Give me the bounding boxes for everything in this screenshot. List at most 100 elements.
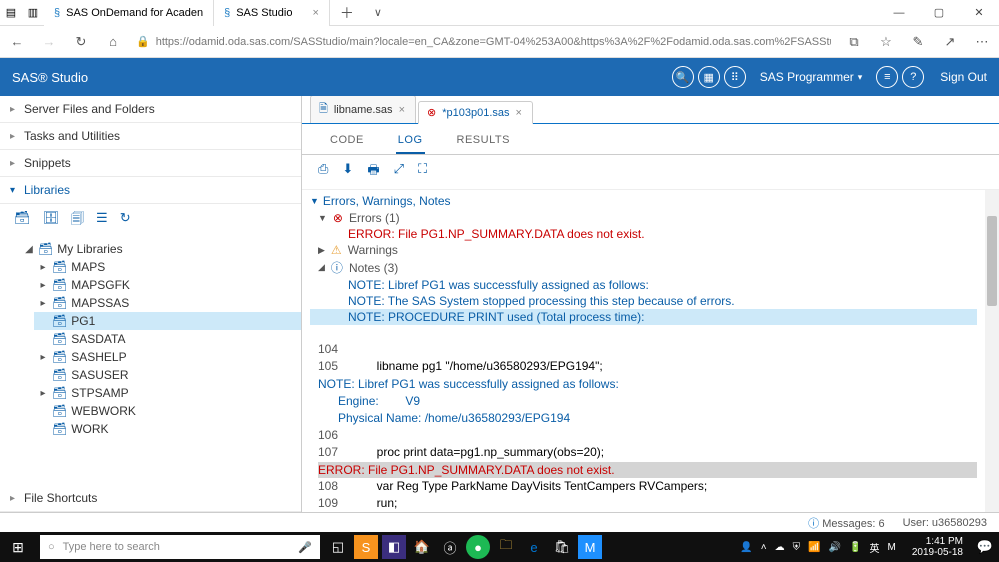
signout-link[interactable]: Sign Out (926, 70, 987, 84)
wifi-icon[interactable]: 📶 (808, 542, 820, 553)
log-note[interactable]: NOTE: The SAS System stopped processing … (310, 293, 977, 309)
tool-icon[interactable]: ☰ (96, 210, 108, 232)
app-icon[interactable]: ⓐ (438, 535, 462, 559)
back-button[interactable]: ← (8, 34, 26, 49)
tab-log[interactable]: LOG (396, 130, 425, 154)
store-icon[interactable]: 🛍 (550, 535, 574, 559)
reading-icon[interactable]: ⧉ (845, 34, 863, 50)
lib-item[interactable]: 🗃SASDATA (34, 330, 301, 348)
lib-item[interactable]: ▸🗃MAPSSAS (34, 294, 301, 312)
sas-statusbar: ⓘ Messages: 6 User: u36580293 (0, 512, 999, 532)
scrollbar-thumb[interactable] (987, 216, 997, 306)
lib-item[interactable]: ▸🗃STPSAMP (34, 384, 301, 402)
favicon-icon: § (54, 7, 60, 19)
lib-item[interactable]: 🗃WORK (34, 420, 301, 438)
messages-link[interactable]: ⓘ Messages: 6 (808, 515, 884, 531)
app-icon[interactable]: ● (466, 535, 490, 559)
lib-item[interactable]: ▸🗃MAPS (34, 258, 301, 276)
browser-tab-active[interactable]: § SAS Studio × (214, 0, 330, 26)
file-explorer-icon[interactable]: 🗀 (494, 535, 518, 559)
battery-icon[interactable]: 🔋 (849, 542, 861, 553)
close-icon[interactable]: × (399, 104, 405, 116)
lib-item[interactable]: ▸🗃SASHELP (34, 348, 301, 366)
taskbar-clock[interactable]: 1:41 PM 2019-05-18 (904, 536, 971, 558)
app-icon[interactable]: S (354, 535, 378, 559)
print-icon[interactable]: 🖶 (367, 161, 379, 183)
tab-code[interactable]: CODE (328, 130, 366, 154)
menu-icon[interactable]: ≡ (876, 66, 898, 88)
close-icon[interactable]: × (516, 107, 522, 119)
start-button[interactable]: ⊞ (0, 539, 36, 556)
sidebar-section[interactable]: ▸Tasks and Utilities (0, 123, 301, 150)
ime-icon[interactable]: 英 (870, 540, 880, 555)
tool-icon[interactable]: 🗃 (14, 210, 31, 232)
tool-icon[interactable]: 🗐 (71, 210, 84, 232)
sidebar-section[interactable]: ▸Snippets (0, 150, 301, 177)
file-tab-active[interactable]: ⊗ *p103p01.sas × (418, 101, 533, 124)
mic-icon[interactable]: 🎤 (298, 541, 312, 554)
refresh-icon[interactable]: ↻ (120, 210, 131, 232)
url-field[interactable]: 🔒 https://odamid.oda.sas.com/SASStudio/m… (136, 35, 831, 48)
sidebar-section-libraries[interactable]: ▾Libraries (0, 177, 301, 204)
notes-icon[interactable]: ✎ (909, 34, 927, 50)
log-error[interactable]: ERROR: File PG1.NP_SUMMARY.DATA does not… (310, 226, 977, 242)
errors-node[interactable]: ▼⊗Errors (1) (310, 210, 977, 226)
sidebar-section[interactable]: ▸File Shortcuts (0, 485, 301, 512)
lock-icon: 🔒 (136, 35, 150, 48)
refresh-button[interactable]: ↻ (72, 34, 90, 50)
favorite-icon[interactable]: ☆ (877, 34, 895, 50)
help-icon[interactable]: ? (902, 66, 924, 88)
close-icon[interactable]: × (312, 7, 318, 19)
lib-item[interactable]: 🗃SASUSER (34, 366, 301, 384)
task-view-icon[interactable]: ◱ (326, 535, 350, 559)
more-icon[interactable]: ⋯ (973, 34, 991, 50)
more-apps-icon[interactable]: ▦ (698, 66, 720, 88)
system-tray[interactable]: 👤 ˄ ☁ ⛨ 📶 🔊 🔋 英 M (732, 540, 904, 555)
edge-icon[interactable]: e (522, 535, 546, 559)
lib-item[interactable]: 🗃WEBWORK (34, 402, 301, 420)
taskbar-search[interactable]: ○ Type here to search 🎤 (40, 535, 320, 559)
notes-node[interactable]: ◢ⓘNotes (3) (310, 258, 977, 277)
tool-icon[interactable]: 🗄 (43, 210, 60, 232)
people-icon[interactable]: 👤 (740, 542, 752, 553)
favicon-icon: § (224, 7, 230, 19)
tree-root[interactable]: ◢🗃My Libraries (20, 240, 301, 258)
minimize-button[interactable]: — (879, 7, 919, 19)
tab-results[interactable]: RESULTS (455, 130, 512, 154)
warnings-node[interactable]: ▶⚠Warnings (310, 242, 977, 258)
tab-label: SAS Studio (236, 7, 292, 19)
onedrive-icon[interactable]: ☁ (775, 542, 785, 553)
chevron-up-icon[interactable]: ˄ (761, 542, 767, 553)
close-button[interactable]: ✕ (959, 6, 999, 19)
browser-tab[interactable]: § SAS OnDemand for Acaden (44, 0, 214, 26)
new-tab-button[interactable]: ＋ (330, 3, 364, 23)
app-icon-2: ▥ (22, 6, 44, 19)
log-summary-header[interactable]: ▼Errors, Warnings, Notes (310, 192, 977, 210)
search-icon[interactable]: 🔍 (672, 66, 694, 88)
notifications-icon[interactable]: 💬 (973, 535, 997, 559)
role-menu[interactable]: SAS Programmer ▾ (748, 70, 875, 84)
forward-button[interactable]: → (40, 34, 58, 49)
share-icon[interactable]: ↗ (941, 34, 959, 50)
lib-item[interactable]: ▸🗃MAPSGFK (34, 276, 301, 294)
download-icon[interactable]: ⬇ (342, 161, 353, 183)
app-icon[interactable]: ◧ (382, 535, 406, 559)
lib-item-selected[interactable]: 🗃PG1 (34, 312, 301, 330)
scrollbar[interactable] (985, 190, 999, 512)
expand-icon[interactable]: ⛶ (418, 161, 427, 183)
app-icon[interactable]: M (578, 535, 602, 559)
app-icon[interactable]: 🏠 (410, 535, 434, 559)
home-button[interactable]: ⌂ (104, 34, 122, 49)
grid-icon[interactable]: ⠿ (724, 66, 746, 88)
file-tab[interactable]: 🗎 libname.sas × (310, 96, 416, 123)
maximize-button[interactable]: ▢ (919, 6, 959, 19)
tab-menu-icon[interactable]: ∨ (364, 6, 392, 19)
sidebar-section[interactable]: ▸Server Files and Folders (0, 96, 301, 123)
log-note-selected[interactable]: NOTE: PROCEDURE PRINT used (Total proces… (310, 309, 977, 325)
defender-icon[interactable]: ⛨ (793, 542, 801, 553)
volume-icon[interactable]: 🔊 (829, 542, 841, 553)
popout-icon[interactable]: ⤢ (394, 161, 404, 183)
tool-icon[interactable]: ⎙ (318, 161, 328, 183)
log-note[interactable]: NOTE: Libref PG1 was successfully assign… (310, 277, 977, 293)
ime-icon[interactable]: M (888, 542, 896, 553)
